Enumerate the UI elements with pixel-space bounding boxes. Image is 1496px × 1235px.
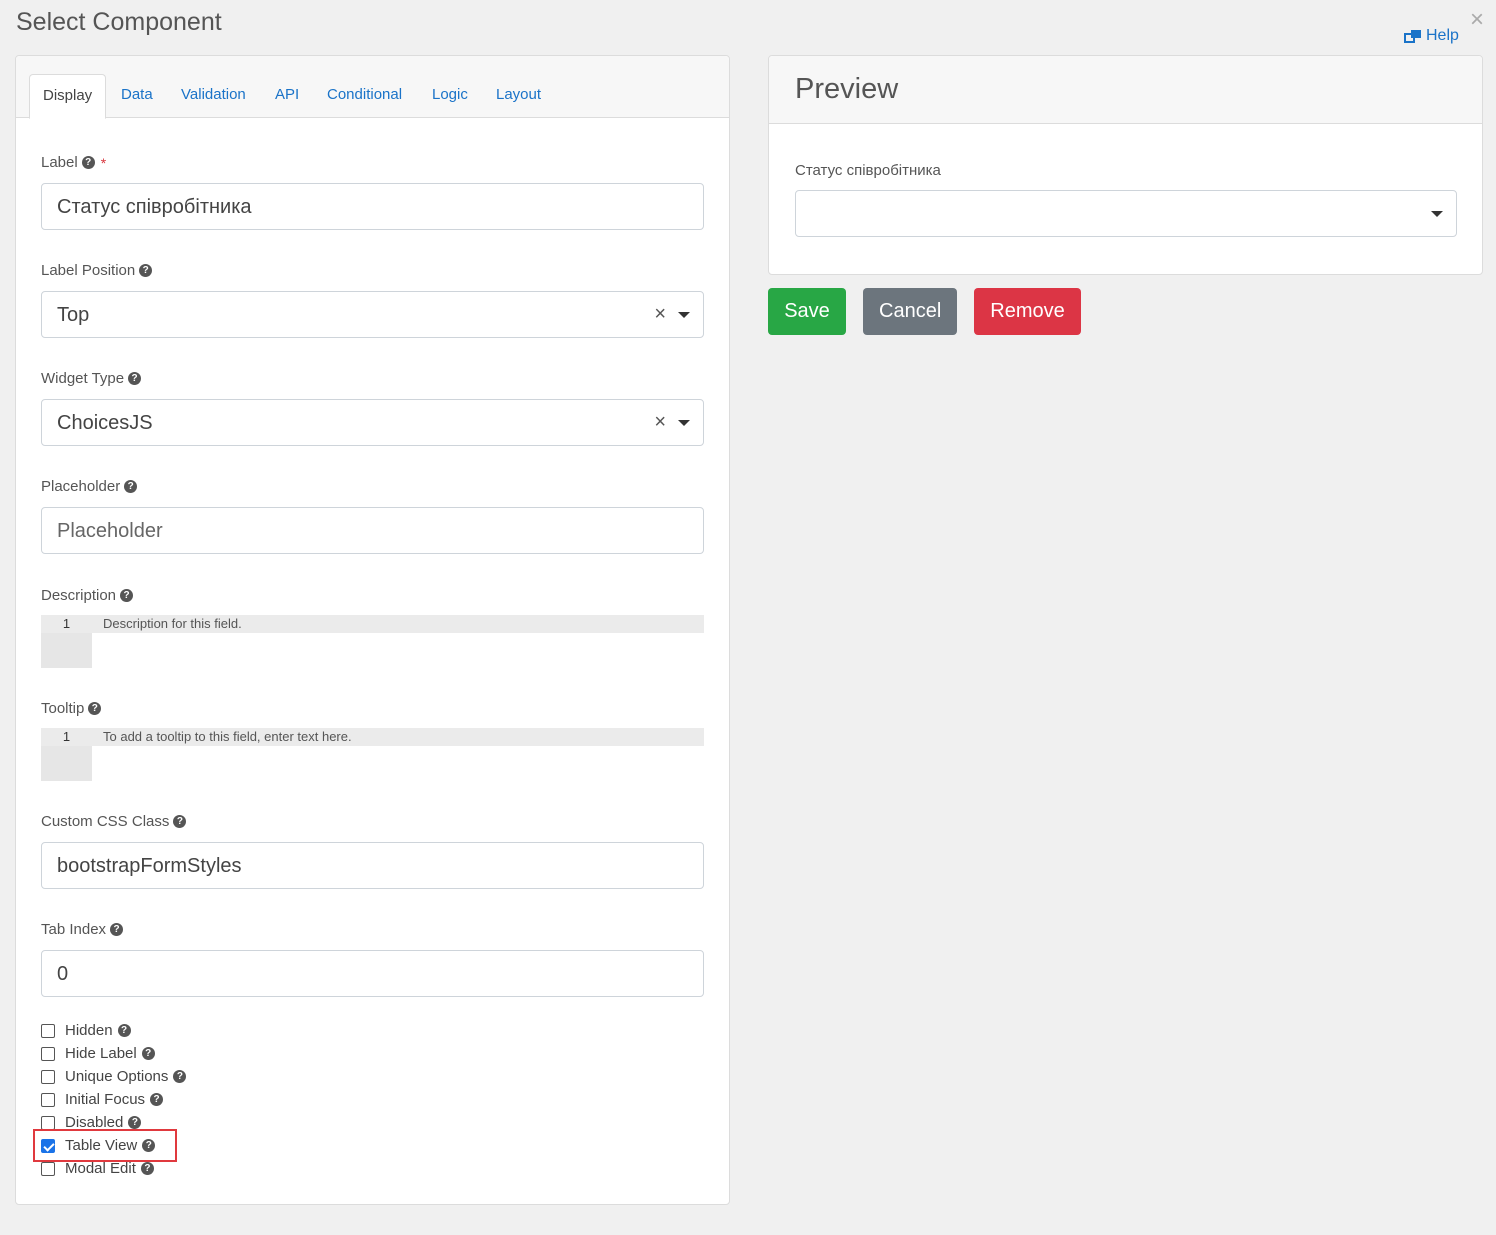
question-circle-icon[interactable]: ? xyxy=(124,480,138,493)
question-circle-icon[interactable]: ? xyxy=(141,1047,155,1060)
tab-index-input[interactable]: 0 xyxy=(41,950,704,997)
placeholder-label: Placeholder ? xyxy=(41,478,138,495)
caret-down-icon[interactable] xyxy=(1431,211,1443,217)
custom-css-input[interactable]: bootstrapFormStyles xyxy=(41,842,704,889)
tab-conditional[interactable]: Conditional xyxy=(327,74,402,118)
checkbox-initial-focus[interactable]: Initial Focus? xyxy=(41,1088,186,1111)
question-circle-icon[interactable]: ? xyxy=(173,1070,187,1083)
description-editor[interactable]: 1 Description for this field. xyxy=(41,615,704,668)
clear-icon[interactable]: × xyxy=(654,304,666,324)
line-number: 1 xyxy=(62,616,71,631)
tab-logic[interactable]: Logic xyxy=(432,74,468,118)
widget-type-select[interactable]: ChoicesJS × xyxy=(41,399,704,446)
tab-display[interactable]: Display xyxy=(29,74,107,119)
label-position-label: Label Position ? xyxy=(41,262,153,279)
description-placeholder: Description for this field. xyxy=(103,616,242,631)
preview-select[interactable] xyxy=(795,190,1457,237)
question-circle-icon[interactable]: ? xyxy=(173,815,187,828)
description-label: Description ? xyxy=(41,587,134,604)
placeholder-input[interactable]: Placeholder xyxy=(41,507,704,554)
question-circle-icon[interactable]: ? xyxy=(120,589,134,602)
caret-down-icon[interactable] xyxy=(678,420,690,426)
clear-icon[interactable]: × xyxy=(654,412,666,432)
label-position-select[interactable]: Top × xyxy=(41,291,704,338)
checkbox-hidden[interactable]: Hidden? xyxy=(41,1019,186,1042)
widget-type-label: Widget Type ? xyxy=(41,370,142,387)
label-field-label: Label ? * xyxy=(41,154,107,171)
remove-button[interactable]: Remove xyxy=(974,288,1081,335)
checkbox[interactable] xyxy=(41,1161,55,1176)
cancel-button[interactable]: Cancel xyxy=(863,288,957,335)
question-circle-icon[interactable]: ? xyxy=(150,1093,164,1106)
checkbox[interactable] xyxy=(41,1023,55,1038)
tooltip-placeholder: To add a tooltip to this field, enter te… xyxy=(103,729,352,744)
label-input[interactable]: Статус співробітника xyxy=(41,183,704,230)
checkbox[interactable] xyxy=(41,1046,55,1061)
question-circle-icon[interactable]: ? xyxy=(128,1116,142,1129)
widget-type-value: ChoicesJS xyxy=(57,412,153,434)
highlight-annotation xyxy=(33,1129,177,1162)
question-circle-icon[interactable]: ? xyxy=(81,156,95,169)
question-circle-icon[interactable]: ? xyxy=(110,923,124,936)
editor-line: 1 To add a tooltip to this field, enter … xyxy=(41,728,704,746)
required-asterisk: * xyxy=(100,154,107,171)
help-label: Help xyxy=(1426,27,1459,44)
tab-validation[interactable]: Validation xyxy=(181,74,246,118)
custom-css-label: Custom CSS Class ? xyxy=(41,813,187,830)
help-link[interactable]: Help xyxy=(1404,27,1459,45)
checkbox[interactable] xyxy=(41,1115,55,1130)
close-icon[interactable]: × xyxy=(1470,8,1484,32)
preview-panel: Preview Статус співробітника xyxy=(768,55,1483,275)
checkbox[interactable] xyxy=(41,1069,55,1084)
tab-layout[interactable]: Layout xyxy=(496,74,541,118)
preview-title: Preview xyxy=(795,73,899,105)
tooltip-editor[interactable]: 1 To add a tooltip to this field, enter … xyxy=(41,728,704,781)
line-number: 1 xyxy=(62,729,71,744)
caret-down-icon[interactable] xyxy=(678,312,690,318)
label-position-value: Top xyxy=(57,304,90,326)
preview-field-label: Статус співробітника xyxy=(795,162,941,179)
tabs-bar: Display Data Validation API Conditional … xyxy=(16,56,729,119)
question-circle-icon[interactable]: ? xyxy=(139,264,153,277)
tooltip-label: Tooltip ? xyxy=(41,700,102,717)
checkbox-unique-options[interactable]: Unique Options? xyxy=(41,1065,187,1088)
question-circle-icon[interactable]: ? xyxy=(88,702,102,715)
save-button[interactable]: Save xyxy=(768,288,846,335)
question-circle-icon[interactable]: ? xyxy=(128,372,142,385)
checkbox[interactable] xyxy=(41,1092,55,1107)
modal-title: Select Component xyxy=(16,8,222,36)
tab-api[interactable]: API xyxy=(275,74,299,118)
question-circle-icon[interactable]: ? xyxy=(140,1162,154,1175)
editor-line: 1 Description for this field. xyxy=(41,615,704,633)
external-link-icon xyxy=(1404,30,1421,43)
tab-data[interactable]: Data xyxy=(121,74,153,118)
question-circle-icon[interactable]: ? xyxy=(117,1024,131,1037)
checkbox-hide-label[interactable]: Hide Label? xyxy=(41,1042,186,1065)
tab-index-label: Tab Index ? xyxy=(41,921,124,938)
